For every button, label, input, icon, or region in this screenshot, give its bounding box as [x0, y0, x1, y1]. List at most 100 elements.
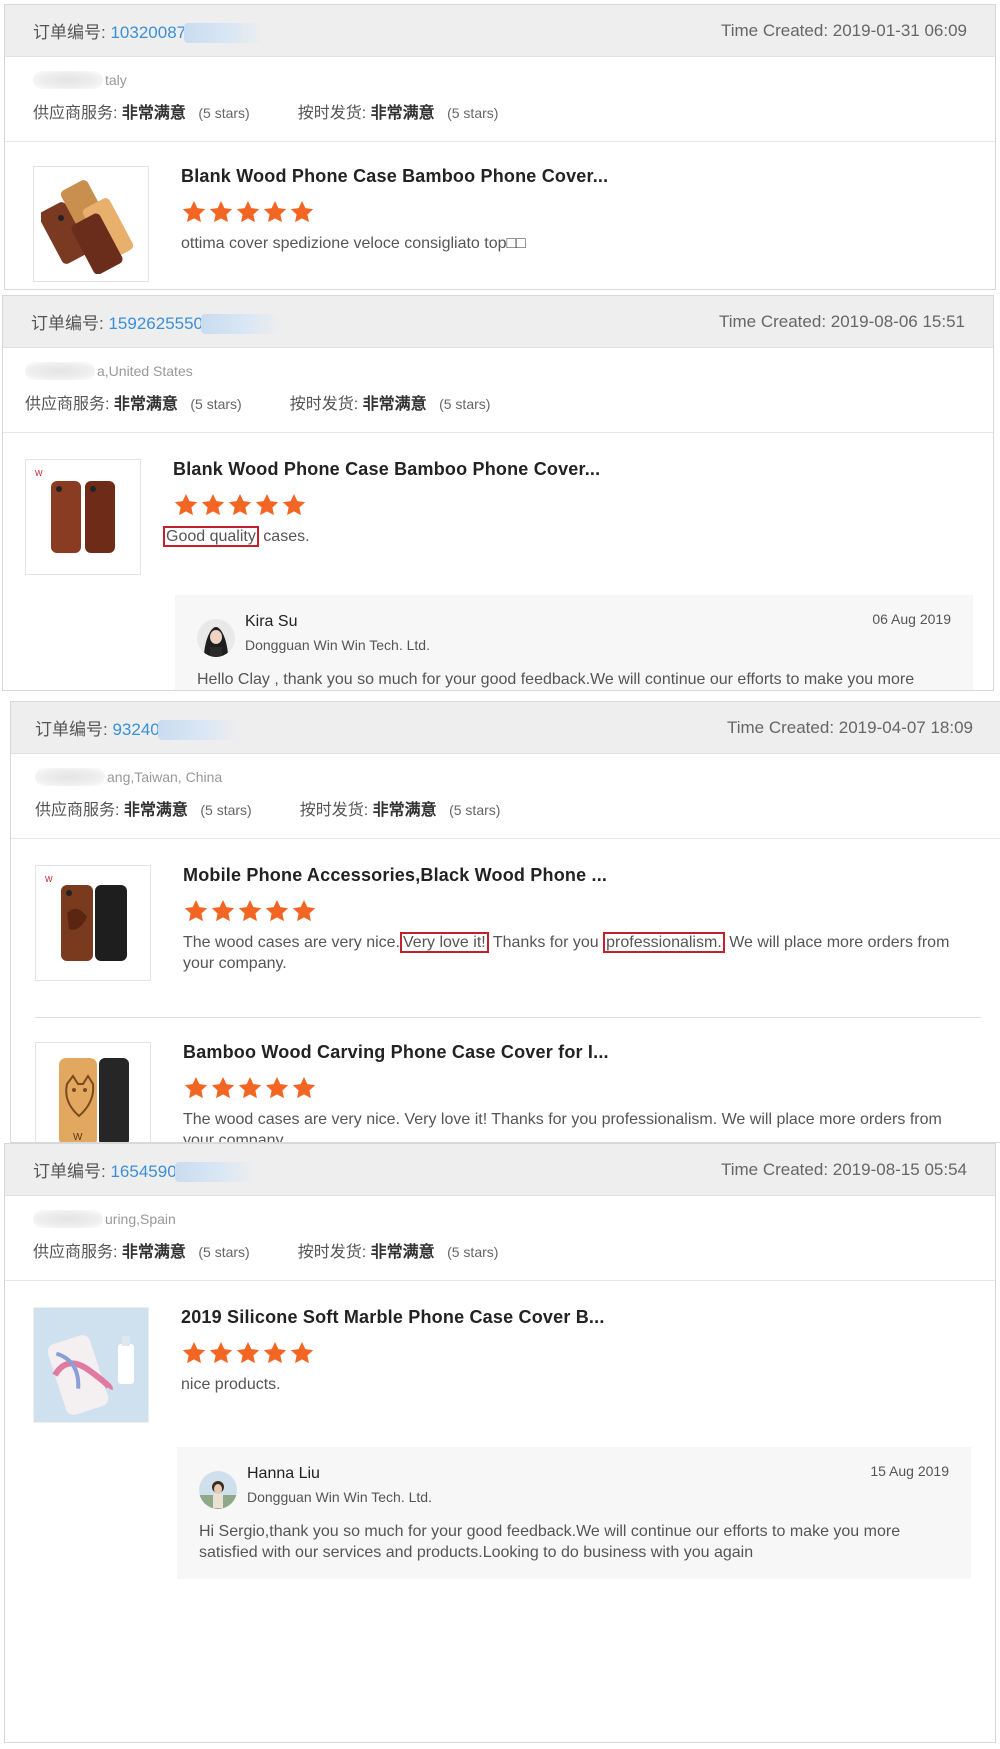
- supplier-service-rating: 供应商服务: 非常满意 (5 stars): [35, 796, 252, 820]
- comment-text: cases.: [258, 528, 310, 545]
- avatar: [199, 1471, 237, 1509]
- review-comment: ottima cover spedizione veloce consiglia…: [181, 235, 526, 252]
- product-title[interactable]: Blank Wood Phone Case Bamboo Phone Cover…: [181, 166, 967, 187]
- buyer-info: taly 供应商服务: 非常满意 (5 stars) 按时发货: 非常满意 (5…: [5, 57, 995, 142]
- rating-label: 按时发货:: [297, 1244, 367, 1261]
- reply-date: 06 Aug 2019: [872, 611, 951, 627]
- product-thumbnail[interactable]: W: [35, 1042, 151, 1143]
- supplier-reply: Hanna Liu Dongguan Win Win Tech. Ltd. 15…: [177, 1447, 971, 1579]
- review-comment: The wood cases are very nice. Very love i…: [183, 932, 955, 974]
- product-title[interactable]: 2019 Silicone Soft Marble Phone Case Cov…: [181, 1307, 967, 1328]
- wood-phone-cases-image: W: [35, 469, 115, 553]
- order-number-link[interactable]: 1654590: [110, 1162, 176, 1181]
- ratings-row: 供应商服务: 非常满意 (5 stars) 按时发货: 非常满意 (5 star…: [35, 796, 973, 820]
- rating-label: 按时发货:: [289, 396, 359, 413]
- rating-value: 非常满意: [372, 802, 437, 819]
- order-header: 订单编号: 1654590 Time Created: 2019-08-15 0…: [5, 1144, 995, 1196]
- order-number-link[interactable]: 10320087: [110, 23, 186, 42]
- svg-text:W: W: [73, 1132, 83, 1143]
- product-thumbnail[interactable]: [33, 166, 149, 282]
- product-title[interactable]: Mobile Phone Accessories,Black Wood Phon…: [183, 865, 955, 886]
- rating-value: 非常满意: [121, 105, 186, 122]
- review-comment: Good quality cases.: [163, 526, 965, 547]
- highlighted-phrase: Good quality: [163, 526, 259, 547]
- reply-text: Hi Sergio,thank you so much for your goo…: [199, 1523, 901, 1561]
- comment-text: The wood cases are very nice.: [183, 934, 400, 951]
- location-text: uring,Spain: [105, 1211, 176, 1227]
- star-icon: [235, 199, 261, 225]
- star-icon: [235, 1340, 261, 1366]
- ratings-row: 供应商服务: 非常满意 (5 stars) 按时发货: 非常满意 (5 star…: [33, 99, 967, 123]
- buyer-location: a,United States: [25, 358, 965, 384]
- star-icon: [208, 1340, 234, 1366]
- buyer-info: uring,Spain 供应商服务: 非常满意 (5 stars) 按时发货: …: [5, 1196, 995, 1281]
- location-text: taly: [105, 72, 127, 88]
- product-thumbnail[interactable]: [33, 1307, 149, 1423]
- avatar: [197, 619, 235, 657]
- product-thumbnail[interactable]: W: [35, 865, 151, 981]
- redaction-mask: [25, 362, 95, 380]
- reply-company: Dongguan Win Win Tech. Ltd.: [247, 1489, 432, 1505]
- rating-stars-note: (5 stars): [449, 802, 501, 818]
- wood-phone-cases-image: W: [45, 875, 127, 961]
- star-icon: [181, 1340, 207, 1366]
- order-number-link[interactable]: 93240: [112, 720, 159, 739]
- star-icon: [291, 898, 317, 924]
- star-icon: [237, 898, 263, 924]
- rating-label: 供应商服务:: [33, 1244, 118, 1261]
- ratings-row: 供应商服务: 非常满意 (5 stars) 按时发货: 非常满意 (5 star…: [33, 1238, 967, 1262]
- star-icon: [291, 1075, 317, 1101]
- time-created: Time Created: 2019-04-07 18:09: [726, 717, 973, 737]
- wood-phone-cases-image: [41, 180, 134, 274]
- supplier-service-rating: 供应商服务: 非常满意 (5 stars): [25, 390, 242, 414]
- time-created: Time Created: 2019-08-06 15:51: [718, 311, 965, 331]
- buyer-location: uring,Spain: [33, 1206, 967, 1232]
- order-header: 订单编号: 10320087 Time Created: 2019-01-31 …: [5, 5, 995, 57]
- rating-value: 非常满意: [362, 396, 427, 413]
- star-icon: [254, 492, 280, 518]
- star-icon: [262, 1340, 288, 1366]
- product-title[interactable]: Bamboo Wood Carving Phone Case Cover for…: [183, 1042, 955, 1063]
- order-card: 订单编号: 1654590 Time Created: 2019-08-15 0…: [4, 1143, 996, 1743]
- star-icon: [173, 492, 199, 518]
- marble-phone-case-image: [34, 1308, 148, 1422]
- redaction-mask: [35, 768, 105, 786]
- redaction-mask: [33, 71, 103, 89]
- order-card: 订单编号: 10320087 Time Created: 2019-01-31 …: [4, 4, 996, 290]
- order-number-link[interactable]: 1592625550: [108, 314, 203, 333]
- comment-text: Thanks for you: [488, 934, 604, 951]
- product-review: 2019 Silicone Soft Marble Phone Case Cov…: [5, 1281, 995, 1423]
- order-card: 订单编号: 1592625550 Time Created: 2019-08-0…: [2, 295, 994, 691]
- rating-label: 供应商服务:: [35, 802, 120, 819]
- product-review: W Bamboo Wood Carving Phone Case Cover f…: [11, 1018, 1000, 1143]
- order-number-label: 订单编号:: [35, 719, 108, 739]
- order-card: 订单编号: 93240 Time Created: 2019-04-07 18:…: [10, 701, 1000, 1143]
- rating-stars-note: (5 stars): [200, 802, 252, 818]
- reply-text: Hello Clay , thank you so much for your …: [197, 671, 915, 688]
- rating-value: 非常满意: [370, 105, 435, 122]
- buyer-info: ang,Taiwan, China 供应商服务: 非常满意 (5 stars) …: [11, 754, 1000, 839]
- product-thumbnail[interactable]: W: [25, 459, 141, 575]
- star-rating: [183, 898, 955, 926]
- time-created: Time Created: 2019-08-15 05:54: [720, 1159, 967, 1179]
- buyer-location: ang,Taiwan, China: [35, 764, 973, 790]
- rating-stars-note: (5 stars): [447, 1244, 499, 1260]
- star-icon: [183, 1075, 209, 1101]
- review-comment: The wood cases are very nice. Very love …: [183, 1111, 942, 1143]
- svg-text:W: W: [35, 469, 43, 478]
- star-icon: [210, 898, 236, 924]
- review-comment: nice products.: [181, 1376, 281, 1393]
- star-icon: [264, 1075, 290, 1101]
- buyer-location: taly: [33, 67, 967, 93]
- supplier-reply: Kira Su Dongguan Win Win Tech. Ltd. 06 A…: [175, 595, 973, 690]
- star-icon: [262, 199, 288, 225]
- on-time-delivery-rating: 按时发货: 非常满意 (5 stars): [300, 796, 501, 820]
- product-title[interactable]: Blank Wood Phone Case Bamboo Phone Cover…: [173, 459, 965, 480]
- rating-stars-note: (5 stars): [198, 105, 250, 121]
- star-icon: [210, 1075, 236, 1101]
- highlighted-phrase: professionalism.: [603, 932, 725, 953]
- rating-value: 非常满意: [123, 802, 188, 819]
- rating-value: 非常满意: [370, 1244, 435, 1261]
- rating-label: 按时发货:: [299, 802, 369, 819]
- order-header: 订单编号: 1592625550 Time Created: 2019-08-0…: [3, 296, 993, 348]
